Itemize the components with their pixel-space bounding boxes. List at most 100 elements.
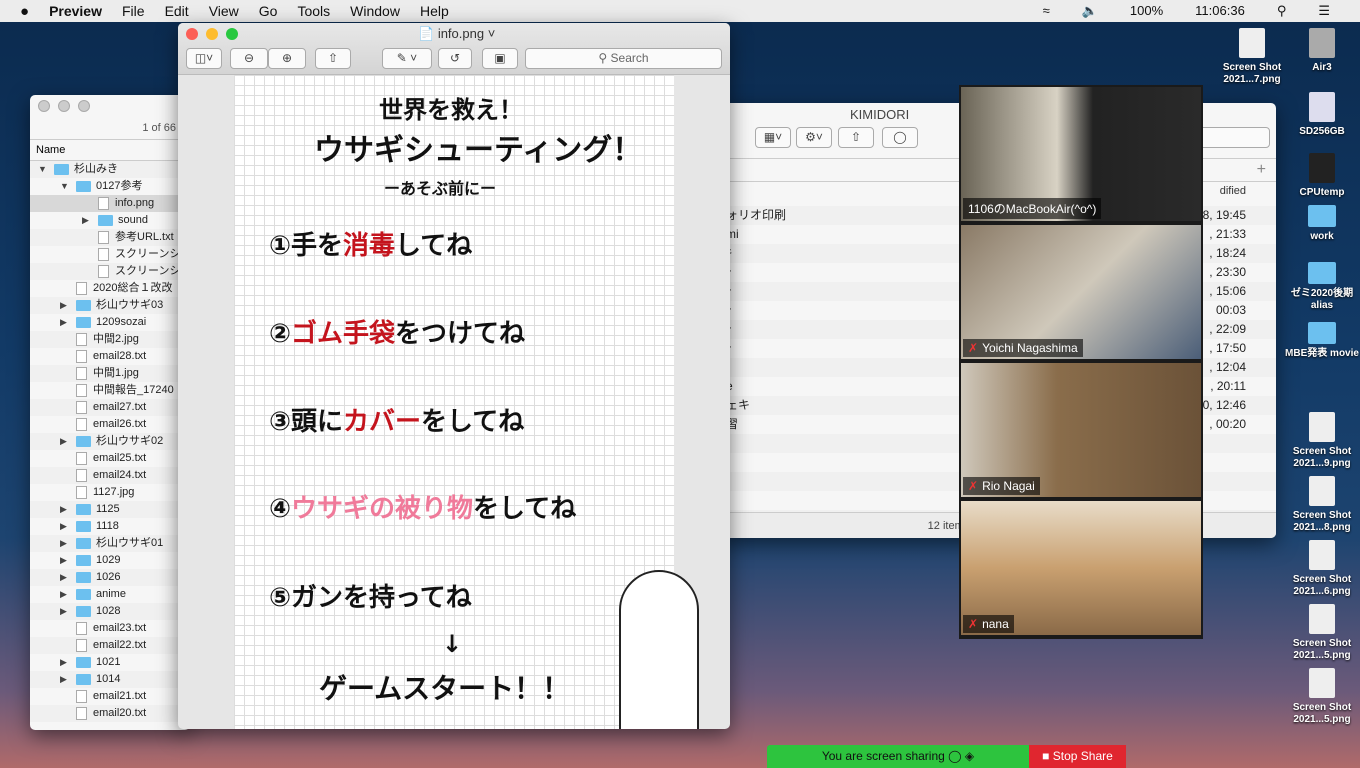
- disclosure-closed-icon[interactable]: ▶: [60, 297, 67, 314]
- disclosure-closed-icon[interactable]: ▶: [60, 654, 67, 671]
- disclosure-closed-icon[interactable]: ▶: [60, 535, 67, 552]
- list-item[interactable]: ▶ 1026: [30, 569, 190, 586]
- list-item[interactable]: ▶ 1021: [30, 654, 190, 671]
- column-header-name[interactable]: Name: [30, 139, 190, 161]
- desktop-icon[interactable]: ゼミ2020後期 alias: [1284, 262, 1360, 312]
- desktop-icon[interactable]: Screen Shot 2021...6.png: [1284, 540, 1360, 598]
- list-item[interactable]: ▶ 1118: [30, 518, 190, 535]
- list-item[interactable]: email28.txt: [30, 348, 190, 365]
- disclosure-closed-icon[interactable]: ▶: [60, 518, 67, 535]
- list-item[interactable]: ▶ 1028: [30, 603, 190, 620]
- apple-icon[interactable]: ●: [20, 3, 29, 20]
- list-item[interactable]: ▶ 1125: [30, 501, 190, 518]
- zoom-out-button[interactable]: ⊖: [230, 48, 268, 69]
- list-item[interactable]: スクリーンシ: [30, 246, 190, 263]
- zoom-button[interactable]: [78, 100, 90, 112]
- desktop-icon[interactable]: work: [1284, 205, 1360, 243]
- video-tile[interactable]: 1106のMacBookAir(^o^): [961, 87, 1201, 221]
- list-item[interactable]: email21.txt: [30, 688, 190, 705]
- action-gear-button[interactable]: ⚙˅: [796, 127, 832, 148]
- share-button[interactable]: ⇧: [838, 127, 874, 148]
- minimize-button[interactable]: [206, 28, 218, 40]
- menu-help[interactable]: Help: [420, 3, 449, 19]
- list-item[interactable]: ▶ anime: [30, 586, 190, 603]
- desktop-icon[interactable]: CPUtemp: [1284, 153, 1360, 199]
- list-item[interactable]: ▶ 杉山ウサギ01: [30, 535, 190, 552]
- list-item[interactable]: email26.txt: [30, 416, 190, 433]
- list-item[interactable]: email20.txt: [30, 705, 190, 722]
- desktop-icon[interactable]: Screen Shot 2021...5.png: [1284, 668, 1360, 726]
- wifi-icon[interactable]: ≈: [1043, 3, 1050, 19]
- disclosure-closed-icon[interactable]: ▶: [82, 212, 89, 229]
- markup-pen-button[interactable]: ✎ ˅: [382, 48, 432, 69]
- close-button[interactable]: [38, 100, 50, 112]
- disclosure-closed-icon[interactable]: ▶: [60, 433, 67, 450]
- disclosure-closed-icon[interactable]: ▶: [60, 569, 67, 586]
- list-item[interactable]: 中間2.jpg: [30, 331, 190, 348]
- column-header-modified[interactable]: dified: [1220, 185, 1246, 197]
- disclosure-open-icon[interactable]: ▼: [60, 178, 69, 195]
- desktop-icon[interactable]: MBE発表 movie: [1284, 322, 1360, 360]
- list-item[interactable]: email27.txt: [30, 399, 190, 416]
- toolbox-button[interactable]: ▣: [482, 48, 518, 69]
- disclosure-closed-icon[interactable]: ▶: [60, 586, 67, 603]
- list-item[interactable]: 2020総合１改改: [30, 280, 190, 297]
- sidebar-toggle-button[interactable]: ◫˅: [186, 48, 222, 69]
- menu-list-icon[interactable]: ☰: [1318, 3, 1330, 19]
- list-item[interactable]: ▶ 杉山ウサギ02: [30, 433, 190, 450]
- list-item[interactable]: ▶ sound: [30, 212, 190, 229]
- list-item[interactable]: ▶ 1014: [30, 671, 190, 688]
- menu-tools[interactable]: Tools: [297, 3, 330, 19]
- list-item[interactable]: ▼ 0127参考: [30, 178, 190, 195]
- disclosure-closed-icon[interactable]: ▶: [60, 671, 67, 688]
- close-button[interactable]: [186, 28, 198, 40]
- video-tile[interactable]: ✗ Yoichi Nagashima: [961, 225, 1201, 359]
- list-item[interactable]: info.png: [30, 195, 190, 212]
- volume-icon[interactable]: 🔈: [1082, 3, 1098, 19]
- add-tab-icon[interactable]: +: [1257, 161, 1266, 179]
- list-item[interactable]: ▶ 1029: [30, 552, 190, 569]
- list-item[interactable]: email25.txt: [30, 450, 190, 467]
- list-item[interactable]: email24.txt: [30, 467, 190, 484]
- list-item[interactable]: ▼ 杉山みき: [30, 161, 190, 178]
- document-title[interactable]: 📄 info.png ˅: [418, 26, 495, 42]
- menu-app[interactable]: Preview: [49, 3, 102, 19]
- battery-percent[interactable]: 100%: [1130, 3, 1163, 19]
- zoom-in-button[interactable]: ⊕: [268, 48, 306, 69]
- menu-edit[interactable]: Edit: [165, 3, 189, 19]
- disclosure-closed-icon[interactable]: ▶: [60, 603, 67, 620]
- clock[interactable]: 11:06:36: [1195, 3, 1245, 19]
- rotate-button[interactable]: ↺: [438, 48, 472, 69]
- desktop-icon[interactable]: Air3: [1284, 28, 1360, 74]
- video-tile[interactable]: ✗ Rio Nagai: [961, 363, 1201, 497]
- list-item[interactable]: email22.txt: [30, 637, 190, 654]
- zoom-button[interactable]: [226, 28, 238, 40]
- list-item[interactable]: email23.txt: [30, 620, 190, 637]
- menu-go[interactable]: Go: [259, 3, 278, 19]
- menu-file[interactable]: File: [122, 3, 145, 19]
- list-item[interactable]: ▶ 杉山ウサギ03: [30, 297, 190, 314]
- desktop-icon[interactable]: Screen Shot 2021...8.png: [1284, 476, 1360, 534]
- list-item[interactable]: ▶ 1209sozai: [30, 314, 190, 331]
- list-item[interactable]: 1127.jpg: [30, 484, 190, 501]
- list-item[interactable]: 中間1.jpg: [30, 365, 190, 382]
- menu-window[interactable]: Window: [350, 3, 400, 19]
- disclosure-closed-icon[interactable]: ▶: [60, 314, 67, 331]
- tag-button[interactable]: ◯: [882, 127, 918, 148]
- disclosure-open-icon[interactable]: ▼: [38, 161, 47, 178]
- desktop-icon[interactable]: Screen Shot 2021...5.png: [1284, 604, 1360, 662]
- view-options-button[interactable]: ▦˅: [755, 127, 791, 148]
- desktop-icon[interactable]: Screen Shot 2021...9.png: [1284, 412, 1360, 470]
- search-icon[interactable]: ⚲: [1277, 3, 1287, 19]
- search-input[interactable]: ⚲ Search: [525, 48, 722, 69]
- disclosure-closed-icon[interactable]: ▶: [60, 501, 67, 518]
- menu-view[interactable]: View: [209, 3, 239, 19]
- video-tile[interactable]: ✗ nana: [961, 501, 1201, 635]
- minimize-button[interactable]: [58, 100, 70, 112]
- list-item[interactable]: 中間報告_17240: [30, 382, 190, 399]
- desktop-icon[interactable]: SD256GB: [1284, 92, 1360, 138]
- share-button[interactable]: ⇧: [315, 48, 351, 69]
- stop-share-button[interactable]: ■ Stop Share: [1029, 745, 1126, 768]
- disclosure-closed-icon[interactable]: ▶: [60, 552, 67, 569]
- desktop-icon[interactable]: Screen Shot 2021...7.png: [1214, 28, 1290, 86]
